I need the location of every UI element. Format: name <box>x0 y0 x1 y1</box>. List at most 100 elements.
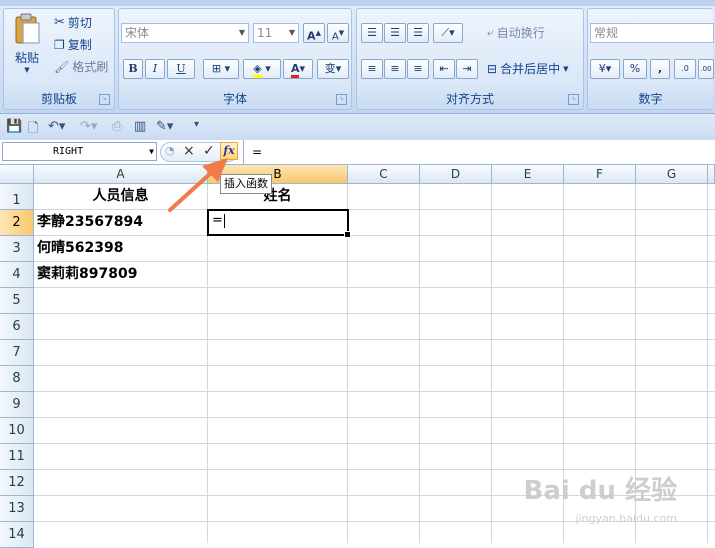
align-right-button[interactable]: ≡ <box>407 59 429 79</box>
increase-indent-button[interactable]: ⇥ <box>456 59 478 79</box>
row-header-3[interactable]: 3 <box>0 236 34 262</box>
select-all-corner[interactable] <box>0 165 34 184</box>
paint-bucket-icon: ◈ <box>253 62 262 78</box>
font-group: 宋体 ▼ 11 ▼ A▲ A▼ B I U ⊞ ▾ ◈ ▾ A▾ 变▾ 字体 ↘ <box>118 8 352 110</box>
save-icon[interactable]: 💾 <box>6 119 22 134</box>
merge-center-label: 合并后居中 <box>500 62 561 76</box>
paste-icon <box>15 13 40 44</box>
format-painter-button[interactable]: 🖌 格式刷 <box>54 58 108 75</box>
chart-icon[interactable]: ▥ <box>134 119 146 134</box>
border-button[interactable]: ⊞ ▾ <box>203 59 239 79</box>
align-center-button[interactable]: ≡ <box>384 59 406 79</box>
row-header-13[interactable]: 13 <box>0 496 34 522</box>
row-header-4[interactable]: 4 <box>0 262 34 288</box>
print-preview-icon[interactable]: ⎙ <box>112 119 122 134</box>
undo-icon[interactable]: ↶▾ <box>48 119 65 134</box>
align-top-icon: ☰ <box>367 26 377 39</box>
align-left-icon: ≡ <box>367 62 377 75</box>
chevron-down-icon: ▼ <box>563 64 569 73</box>
gridline <box>34 313 715 314</box>
accounting-format-button[interactable]: ¥▾ <box>590 59 620 79</box>
dialog-launcher-icon[interactable]: ↘ <box>336 94 347 105</box>
paste-button[interactable]: 粘贴 ▼ <box>10 13 44 87</box>
name-box[interactable]: RIGHT ▼ <box>2 142 157 161</box>
chevron-down-icon: ▼ <box>149 147 154 156</box>
annotation-arrow-icon <box>168 158 228 212</box>
wrap-text-button[interactable]: ⤶ 自动换行 <box>487 24 545 41</box>
phonetic-icon: 变▾ <box>324 62 342 75</box>
row-header-14[interactable]: 14 <box>0 522 34 548</box>
font-name-value: 宋体 <box>125 26 150 40</box>
format-painter-label: 格式刷 <box>72 60 109 74</box>
new-document-icon[interactable]: 🗋 <box>28 119 38 141</box>
row-header-9[interactable]: 9 <box>0 392 34 418</box>
clipboard-group-label: 剪贴板 <box>40 92 77 106</box>
row-header-11[interactable]: 11 <box>0 444 34 470</box>
row-header-6[interactable]: 6 <box>0 314 34 340</box>
brush-icon: 🖌 <box>54 59 70 74</box>
shrink-font-button[interactable]: A▼ <box>327 23 349 43</box>
column-header-c[interactable]: C <box>348 165 420 184</box>
grow-font-button[interactable]: A▲ <box>303 23 325 43</box>
align-bottom-button[interactable]: ☰ <box>407 23 429 43</box>
decrease-indent-button[interactable]: ⇤ <box>433 59 455 79</box>
align-top-button[interactable]: ☰ <box>361 23 383 43</box>
italic-button[interactable]: I <box>145 59 165 79</box>
phonetic-button[interactable]: 变▾ <box>317 59 349 79</box>
shrink-font-icon: ▼ <box>338 29 345 37</box>
fill-handle[interactable] <box>344 231 351 238</box>
ribbon-tab-strip <box>0 0 715 6</box>
gridline <box>34 287 715 288</box>
align-middle-button[interactable]: ☰ <box>384 23 406 43</box>
row-header-5[interactable]: 5 <box>0 288 34 314</box>
row-header-1[interactable]: 1 <box>0 184 34 210</box>
cell-a4[interactable]: 窦莉莉897809 <box>37 262 137 287</box>
copy-icon: ❐ <box>54 37 65 52</box>
orientation-button[interactable]: ⟋▾ <box>433 23 463 43</box>
row-header-2[interactable]: 2 <box>0 210 34 236</box>
scissors-icon: ✂ <box>54 15 65 30</box>
formula-input[interactable]: = <box>243 140 715 164</box>
column-header-d[interactable]: D <box>420 165 492 184</box>
underline-button[interactable]: U <box>167 59 195 79</box>
merge-icon: ⊟ <box>487 61 498 76</box>
cell-a3[interactable]: 何晴562398 <box>37 236 123 261</box>
decrease-decimal-button[interactable]: .00 <box>698 59 714 79</box>
number-format-select[interactable]: 常规 <box>590 23 714 43</box>
column-header-f[interactable]: F <box>564 165 636 184</box>
chevron-down-icon: ▼ <box>238 28 246 37</box>
row-header-10[interactable]: 10 <box>0 418 34 444</box>
shrink-font-label: A <box>331 31 339 43</box>
cell-a2[interactable]: 李静23567894 <box>37 210 143 235</box>
percent-button[interactable]: % <box>623 59 647 79</box>
redo-icon[interactable]: ↷▾ <box>80 119 97 134</box>
comma-button[interactable]: , <box>650 59 670 79</box>
row-header-7[interactable]: 7 <box>0 340 34 366</box>
cut-button[interactable]: ✂ 剪切 <box>54 14 92 31</box>
merge-center-button[interactable]: ⊟ 合并后居中 ▼ <box>487 60 568 77</box>
copy-button[interactable]: ❐ 复制 <box>54 36 92 53</box>
alignment-group: ☰ ☰ ☰ ⟋▾ ⤶ 自动换行 ≡ ≡ ≡ ⇤ ⇥ ⊟ 合并后居中 ▼ 对齐方式… <box>356 8 584 110</box>
font-color-button[interactable]: A▾ <box>283 59 313 79</box>
paste-label: 粘贴 <box>14 51 39 65</box>
dialog-launcher-icon[interactable]: ↘ <box>568 94 579 105</box>
draw-icon[interactable]: ✎▾ <box>156 119 173 134</box>
customize-toolbar-icon[interactable]: ▾ <box>194 119 199 130</box>
column-header-g[interactable]: G <box>636 165 708 184</box>
row-header-12[interactable]: 12 <box>0 470 34 496</box>
gridline <box>207 184 208 543</box>
font-name-select[interactable]: 宋体 ▼ <box>121 23 249 43</box>
fill-color-button[interactable]: ◈ ▾ <box>243 59 281 79</box>
cut-label: 剪切 <box>67 16 92 30</box>
number-group: 常规 ¥▾ % , .0 .00 数字 <box>587 8 714 110</box>
bold-button[interactable]: B <box>123 59 143 79</box>
column-header-h[interactable] <box>708 165 715 184</box>
font-size-select[interactable]: 11 ▼ <box>253 23 299 43</box>
column-header-e[interactable]: E <box>492 165 564 184</box>
increase-decimal-button[interactable]: .0 <box>674 59 696 79</box>
row-header-8[interactable]: 8 <box>0 366 34 392</box>
align-left-button[interactable]: ≡ <box>361 59 383 79</box>
paste-dropdown-icon[interactable]: ▼ <box>24 66 29 74</box>
gridline <box>34 235 715 236</box>
dialog-launcher-icon[interactable]: ↘ <box>99 94 110 105</box>
